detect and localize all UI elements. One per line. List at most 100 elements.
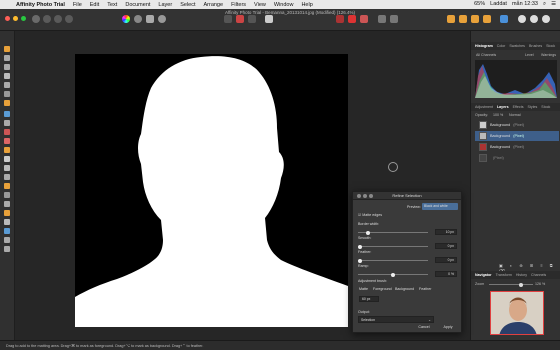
matte-edges-checkbox[interactable]: ☑ Matte edges [358, 213, 382, 217]
export-persona-icon[interactable] [65, 15, 73, 23]
zoom-window-button[interactable] [21, 16, 26, 21]
blend-mode-select[interactable]: Normal [509, 113, 521, 117]
menu-filters[interactable]: Filters [227, 2, 250, 8]
red-eye-tool-icon[interactable] [4, 201, 10, 207]
dialog-close-button[interactable] [357, 194, 361, 198]
tab-transform[interactable]: Transform [496, 273, 512, 277]
zoom-in-icon[interactable] [378, 15, 386, 23]
crop-tool-icon[interactable] [4, 73, 10, 79]
shape-tool-icon[interactable] [4, 228, 10, 234]
brush-foreground-button[interactable]: Foreground [373, 287, 392, 291]
navigator-preview[interactable] [490, 291, 544, 335]
erase-brush-tool-icon[interactable] [4, 120, 10, 126]
hsl-icon[interactable] [158, 15, 166, 23]
snapping-icon[interactable] [265, 15, 273, 23]
tab-swatches[interactable]: Swatches [509, 44, 525, 48]
zoom-tool-icon[interactable] [4, 246, 10, 252]
border-width-slider[interactable] [358, 230, 428, 235]
flip-icon[interactable] [483, 15, 491, 23]
mask-mode-icon[interactable] [224, 15, 232, 23]
assistant-icon[interactable] [518, 15, 526, 23]
dodge-tool-icon[interactable] [4, 147, 10, 153]
apply-button[interactable]: Apply [439, 325, 457, 329]
healing-tool-icon[interactable] [4, 174, 10, 180]
layer-row[interactable]: Background (Pixel) [475, 120, 559, 130]
border-width-value[interactable]: 10 px [435, 229, 457, 235]
histogram-channel-select[interactable]: All Channels [476, 53, 496, 57]
move-tool-icon[interactable] [4, 46, 10, 52]
pen-tool-icon[interactable] [4, 210, 10, 216]
tab-navigator[interactable]: Navigator [475, 273, 492, 277]
curves-icon[interactable] [146, 15, 154, 23]
menu-select[interactable]: Select [176, 2, 199, 8]
battery-status[interactable]: 65% [474, 1, 485, 8]
inpainting-tool-icon[interactable] [4, 192, 10, 198]
close-window-button[interactable] [5, 16, 10, 21]
invert-selection-icon[interactable] [360, 15, 368, 23]
preview-select[interactable]: Black and white [422, 203, 458, 210]
quick-mask-icon[interactable] [236, 15, 244, 23]
tab-layers[interactable]: Layers [497, 105, 509, 109]
deselect-icon[interactable] [348, 15, 356, 23]
burn-tool-icon[interactable] [4, 156, 10, 162]
menu-view[interactable]: View [250, 2, 270, 8]
tab-styles[interactable]: Styles [528, 105, 538, 109]
selection-mode-icon[interactable] [248, 15, 256, 23]
snapshots-icon[interactable] [542, 15, 550, 23]
text-tool-icon[interactable] [4, 237, 10, 243]
feather-slider[interactable] [358, 258, 428, 263]
layer-row[interactable]: Background (Pixel) [475, 142, 559, 152]
layer-row-selected[interactable]: Background (Pixel) [475, 131, 559, 141]
arrange-icon[interactable] [447, 15, 455, 23]
menu-file[interactable]: File [69, 2, 86, 8]
tab-histogram[interactable]: Histogram [475, 44, 493, 48]
paint-brush-tool-icon[interactable] [4, 111, 10, 117]
ramp-value[interactable]: 0 % [435, 271, 457, 277]
app-menu[interactable]: Affinity Photo Trial [12, 2, 69, 8]
brush-feather-button[interactable]: Feather [419, 287, 431, 291]
document-canvas[interactable] [75, 54, 348, 327]
smooth-slider[interactable] [358, 244, 428, 249]
tab-stock[interactable]: Stock [546, 44, 555, 48]
menu-window[interactable]: Window [270, 2, 298, 8]
feather-value[interactable]: 0 px [435, 257, 457, 263]
ramp-knob[interactable] [391, 272, 395, 277]
gradient-tool-icon[interactable] [4, 138, 10, 144]
histogram-level-toggle[interactable]: Level [525, 53, 534, 57]
menu-arrange[interactable]: Arrange [199, 2, 227, 8]
assistant-options-icon[interactable] [530, 15, 538, 23]
menu-text[interactable]: Text [103, 2, 121, 8]
tab-color[interactable]: Color [497, 44, 506, 48]
brush-background-button[interactable]: Background [395, 287, 414, 291]
search-icon[interactable]: ⌕ [543, 1, 546, 8]
zoom-slider[interactable] [489, 282, 533, 287]
smooth-value[interactable]: 0 px [435, 243, 457, 249]
menu-list-icon[interactable]: ☰ [551, 1, 556, 8]
clock[interactable]: mån 12:33 [512, 1, 538, 8]
opacity-value[interactable]: 100 % [493, 113, 503, 117]
liquify-persona-icon[interactable] [43, 15, 51, 23]
clone-tool-icon[interactable] [4, 165, 10, 171]
tab-stock-2[interactable]: Stock [541, 105, 550, 109]
distribute-icon[interactable] [471, 15, 479, 23]
color-picker-tool-icon[interactable] [4, 64, 10, 70]
levels-icon[interactable] [134, 15, 142, 23]
dialog-minimize-button[interactable] [363, 194, 367, 198]
brush-size-field[interactable]: 60 px [359, 296, 379, 302]
cancel-button[interactable]: Cancel [415, 325, 433, 329]
marquee-tool-icon[interactable] [4, 100, 10, 106]
dialog-zoom-button[interactable] [369, 194, 373, 198]
layer-row[interactable]: (Pixel) [475, 153, 559, 163]
photo-persona-icon[interactable] [32, 15, 40, 23]
menu-document[interactable]: Document [121, 2, 154, 8]
border-width-knob[interactable] [365, 230, 370, 235]
red-selection-icon[interactable] [336, 15, 344, 23]
tab-brushes[interactable]: Brushes [529, 44, 542, 48]
tab-adjustment[interactable]: Adjustment [475, 105, 493, 109]
tab-effects[interactable]: Effects [513, 105, 524, 109]
studio-icon[interactable] [500, 15, 508, 23]
histogram-warnings-toggle[interactable]: Warnings [541, 53, 556, 57]
smooth-knob[interactable] [358, 244, 362, 249]
menu-edit[interactable]: Edit [86, 2, 103, 8]
selection-brush-tool-icon[interactable] [4, 82, 10, 88]
